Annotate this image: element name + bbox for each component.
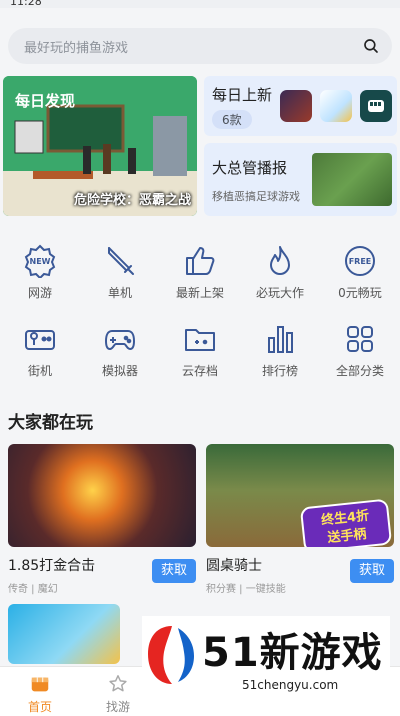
promo-line1: 终生4折 xyxy=(320,508,370,529)
search-icon[interactable] xyxy=(362,37,380,55)
watermark-logo: 51新游戏 51chengyu.com xyxy=(142,616,390,696)
game-card[interactable]: 终生4折 送手柄 圆桌骑士 积分赛 | 一键技能 获取 xyxy=(206,444,394,595)
banner-caption: 危险学校：恶霸之战 xyxy=(73,193,191,208)
category-emulator[interactable]: 模拟器 xyxy=(80,322,160,379)
category-label: 全部分类 xyxy=(335,364,384,378)
promo-badge: 终生4折 送手柄 xyxy=(299,498,393,547)
game-cover[interactable] xyxy=(8,444,196,547)
new-badge-icon: NEW xyxy=(24,244,56,278)
category-all[interactable]: 全部分类 xyxy=(320,322,400,379)
category-label: 云存档 xyxy=(181,364,218,378)
watermark-text: 51新游戏 xyxy=(202,630,383,676)
fist-icon xyxy=(368,100,384,112)
category-free[interactable]: FREE 0元畅玩 xyxy=(320,244,400,301)
arcade-icon xyxy=(25,330,55,350)
logo-mark-icon xyxy=(142,616,202,696)
watermark-url: 51chengyu.com xyxy=(242,678,339,692)
cloud-folder-icon xyxy=(185,329,215,351)
category-online[interactable]: NEW 网游 xyxy=(0,244,80,301)
get-button[interactable]: 获取 xyxy=(350,559,394,583)
nav-home-label: 首页 xyxy=(27,700,52,714)
category-arcade[interactable]: 街机 xyxy=(0,322,80,379)
news-title: 大总管播报 xyxy=(212,159,288,177)
free-badge-icon: FREE xyxy=(345,246,375,276)
section-title: 大家都在玩 xyxy=(8,413,93,433)
category-single[interactable]: 单机 xyxy=(80,244,160,301)
category-ranking[interactable]: 排行榜 xyxy=(240,322,320,379)
svg-text:FREE: FREE xyxy=(349,257,372,266)
home-icon xyxy=(31,677,49,692)
daily-new-count: 6款 xyxy=(212,110,252,129)
sword-icon xyxy=(108,247,134,275)
search-input[interactable]: 最好玩的捕鱼游戏 xyxy=(24,37,362,56)
gamepad-icon xyxy=(105,330,135,350)
svg-text:NEW: NEW xyxy=(30,257,51,266)
category-label: 网游 xyxy=(27,286,52,300)
category-label: 必玩大作 xyxy=(255,286,304,300)
category-label: 最新上架 xyxy=(175,286,224,300)
promo-line2: 送手柄 xyxy=(326,526,368,546)
daily-new-title: 每日上新 xyxy=(212,86,273,104)
game-thumbnail[interactable] xyxy=(320,90,352,122)
get-button[interactable]: 获取 xyxy=(152,559,196,583)
game-cover[interactable]: 终生4折 送手柄 xyxy=(206,444,394,547)
category-cloud-save[interactable]: 云存档 xyxy=(160,322,240,379)
news-card[interactable]: 大总管播报 移植恶搞足球游戏 xyxy=(204,143,397,216)
category-label: 0元畅玩 xyxy=(338,286,382,300)
category-must-play[interactable]: 必玩大作 xyxy=(240,244,320,301)
category-label: 排行榜 xyxy=(261,364,298,378)
search-bar[interactable]: 最好玩的捕鱼游戏 xyxy=(8,28,392,64)
game-card[interactable]: 1.85打金合击 传奇 | 魔幻 获取 xyxy=(8,444,196,595)
news-image xyxy=(312,153,392,206)
category-label: 街机 xyxy=(27,364,52,378)
game-thumbnail[interactable] xyxy=(280,90,312,122)
category-label: 模拟器 xyxy=(101,364,138,378)
thumbs-up-icon xyxy=(186,247,215,275)
game-cover[interactable] xyxy=(8,604,120,664)
status-bar: 11:28 xyxy=(0,0,400,8)
flame-icon xyxy=(270,246,290,275)
category-new-release[interactable]: 最新上架 xyxy=(160,244,240,301)
grid-icon xyxy=(347,326,373,352)
status-time: 11:28 xyxy=(10,0,42,8)
daily-new-card[interactable]: 每日上新 6款 xyxy=(204,76,397,136)
daily-discovery-banner[interactable]: 每日发现 危险学校：恶霸之战 xyxy=(3,76,197,216)
nav-find-label: 找游 xyxy=(105,700,130,714)
category-label: 单机 xyxy=(107,286,132,300)
game-thumbnail[interactable] xyxy=(360,90,392,122)
banner-title: 每日发现 xyxy=(15,92,76,110)
star-icon xyxy=(109,675,127,692)
bar-chart-icon xyxy=(268,326,293,353)
news-subtitle: 移植恶搞足球游戏 xyxy=(212,190,300,203)
nav-home[interactable]: 首页 xyxy=(0,673,80,715)
